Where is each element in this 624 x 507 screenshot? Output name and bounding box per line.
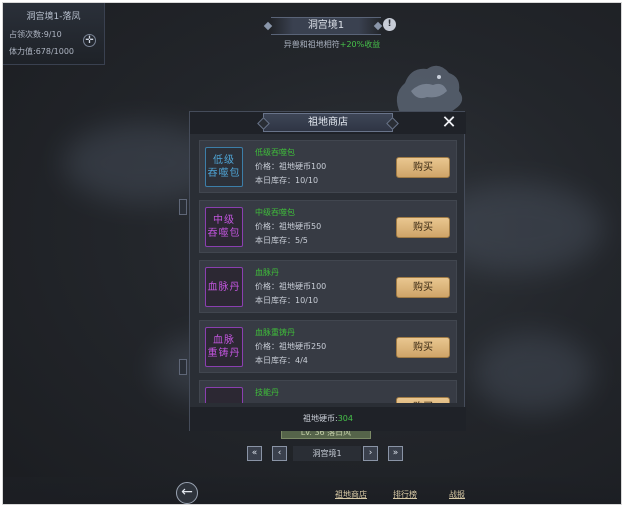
item-stock: 本日库存：4/4 — [255, 356, 308, 365]
first-page-button[interactable]: « — [247, 446, 262, 461]
coin-balance: 祖地硬币:304 — [190, 407, 466, 431]
coin-label: 祖地硬币: — [303, 414, 338, 423]
item-stock: 本日库存：10/10 — [255, 296, 319, 305]
bonus-subtitle-text: 异兽和祖地相符 — [283, 40, 340, 49]
item-icon-text: 血脉丹 — [207, 282, 241, 293]
last-page-button[interactable]: » — [388, 446, 403, 461]
close-icon[interactable]: ✕ — [440, 114, 458, 132]
info-icon[interactable]: ! — [383, 18, 396, 31]
shop-item: 低级 吞噬包 低级吞噬包 价格：祖地硬币100 本日库存：10/10 购买 — [199, 140, 457, 193]
item-stock: 本日库存：10/10 — [255, 176, 319, 185]
shop-item: 中级 吞噬包 中级吞噬包 价格：祖地硬币50 本日库存：5/5 购买 — [199, 200, 457, 253]
item-icon: 血脉丹 — [205, 267, 243, 307]
next-page-button[interactable]: › — [363, 446, 378, 461]
fog-decoration — [473, 333, 593, 413]
dialog-header: 祖地商店 ✕ — [190, 112, 466, 134]
shop-item: 技能丹 购买 — [199, 380, 457, 403]
item-name: 血脉重铸丹 — [255, 328, 295, 337]
ranking-link[interactable]: 排行榜 — [393, 489, 417, 500]
realm-title: 洞宫境1 — [271, 17, 381, 35]
add-occupy-button[interactable]: ✛ — [83, 34, 96, 47]
back-button[interactable]: ← — [176, 482, 198, 504]
bottom-bar — [3, 477, 621, 504]
buy-button[interactable]: 购买 — [396, 277, 450, 298]
item-icon-text: 中级 吞噬包 — [207, 215, 241, 239]
region-info-panel: 洞宫境1-落凤 占领次数:9/10 体力值:678/1000 ✛ — [3, 3, 105, 65]
item-name: 技能丹 — [255, 388, 279, 397]
buy-button[interactable]: 购买 — [396, 157, 450, 178]
item-icon: 中级 吞噬包 — [205, 207, 243, 247]
bonus-subtitle: 异兽和祖地相符+20%收益 — [267, 39, 397, 50]
prev-page-button[interactable]: ‹ — [272, 446, 287, 461]
item-icon: 血脉 重铸丹 — [205, 327, 243, 367]
item-icon-text: 低级 吞噬包 — [207, 155, 241, 179]
map-node-tab[interactable] — [179, 199, 187, 215]
item-price: 价格：祖地硬币100 — [255, 162, 327, 171]
item-icon — [205, 387, 243, 403]
region-title: 洞宫境1-落凤 — [26, 12, 81, 22]
shop-item-list[interactable]: 低级 吞噬包 低级吞噬包 价格：祖地硬币100 本日库存：10/10 购买 中级… — [199, 140, 457, 403]
buy-button[interactable]: 购买 — [396, 217, 450, 238]
item-price: 价格：祖地硬币250 — [255, 342, 327, 351]
shop-item: 血脉丹 血脉丹 价格：祖地硬币100 本日库存：10/10 购买 — [199, 260, 457, 313]
item-icon: 低级 吞噬包 — [205, 147, 243, 187]
buy-button[interactable]: 购买 — [396, 397, 450, 403]
dialog-title: 祖地商店 — [263, 113, 393, 132]
realm-title-text: 洞宫境1 — [307, 20, 345, 31]
map-node-tab[interactable] — [179, 359, 187, 375]
item-price: 价格：祖地硬币100 — [255, 282, 327, 291]
item-stock: 本日库存：5/5 — [255, 236, 308, 245]
game-scene: 洞宫境1-落凤 占领次数:9/10 体力值:678/1000 ✛ 洞宫境1 ! … — [2, 2, 622, 505]
bonus-value: +20%收益 — [339, 40, 381, 49]
coin-value: 304 — [337, 414, 353, 423]
shop-item: 血脉 重铸丹 血脉重铸丹 价格：祖地硬币250 本日库存：4/4 购买 — [199, 320, 457, 373]
stamina-value: 体力值:678/1000 — [9, 47, 75, 56]
page-label: 洞宫境1 — [293, 446, 361, 461]
item-name: 血脉丹 — [255, 268, 279, 277]
item-name: 中级吞噬包 — [255, 208, 295, 217]
shop-dialog: 祖地商店 ✕ 低级 吞噬包 低级吞噬包 价格：祖地硬币100 本日库存：10/1… — [189, 111, 466, 431]
item-name: 低级吞噬包 — [255, 148, 295, 157]
battle-report-link[interactable]: 战报 — [449, 489, 465, 500]
shop-link[interactable]: 祖地商店 — [335, 489, 367, 500]
item-price: 价格：祖地硬币50 — [255, 222, 322, 231]
buy-button[interactable]: 购买 — [396, 337, 450, 358]
item-icon-text: 血脉 重铸丹 — [207, 335, 241, 359]
